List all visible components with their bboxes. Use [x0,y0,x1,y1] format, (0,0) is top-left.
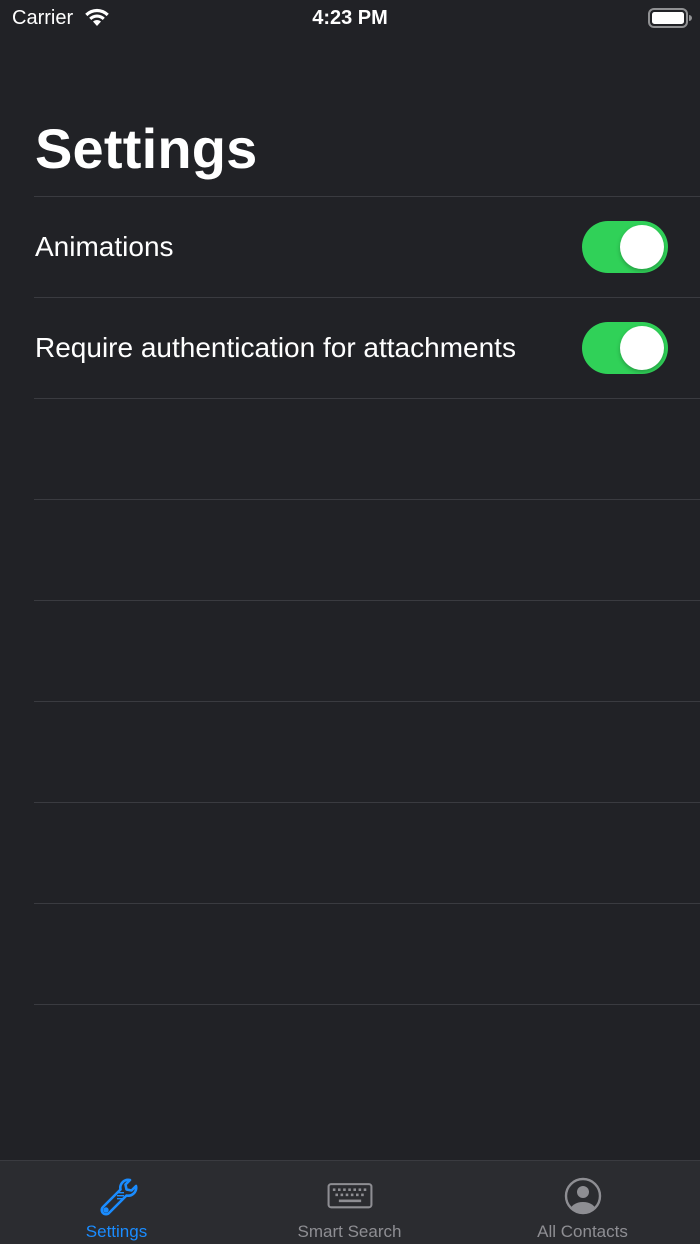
setting-row-require-authentication: Require authentication for attachments [34,297,700,398]
setting-row-animations: Animations [34,196,700,297]
empty-row [34,903,700,1004]
empty-row [34,802,700,903]
wrench-icon [99,1178,137,1216]
tab-label-all-contacts: All Contacts [537,1222,628,1241]
setting-label-animations: Animations [35,231,174,262]
keyboard-icon [327,1183,372,1209]
empty-row [34,499,700,600]
empty-row [34,701,700,802]
settings-list: Animations Require authentication for at… [0,196,700,1105]
animations-toggle[interactable] [582,221,668,273]
status-time: 4:23 PM [312,7,388,29]
tab-label-smart-search: Smart Search [297,1222,402,1241]
tab-settings[interactable]: Settings [0,1161,233,1244]
empty-row [34,1004,700,1105]
empty-row [34,600,700,701]
battery-icon [648,8,692,28]
tab-bar: Settings Smart Search All Contacts [0,1160,700,1244]
tab-all-contacts[interactable]: All Contacts [466,1161,699,1244]
empty-row [34,398,700,499]
toggle-knob [620,225,664,269]
toggle-knob [620,326,664,370]
status-bar: Carrier 4:23 PM [0,0,700,36]
tab-smart-search[interactable]: Smart Search [233,1161,466,1244]
require-authentication-toggle[interactable] [582,322,668,374]
settings-screen: Carrier 4:23 PM Settings Animations Requ… [0,0,700,1244]
person-circle-icon [564,1177,601,1215]
page-title: Settings [35,117,258,180]
tab-label-settings: Settings [85,1222,148,1241]
setting-label-require-authentication: Require authentication for attachments [35,332,516,363]
